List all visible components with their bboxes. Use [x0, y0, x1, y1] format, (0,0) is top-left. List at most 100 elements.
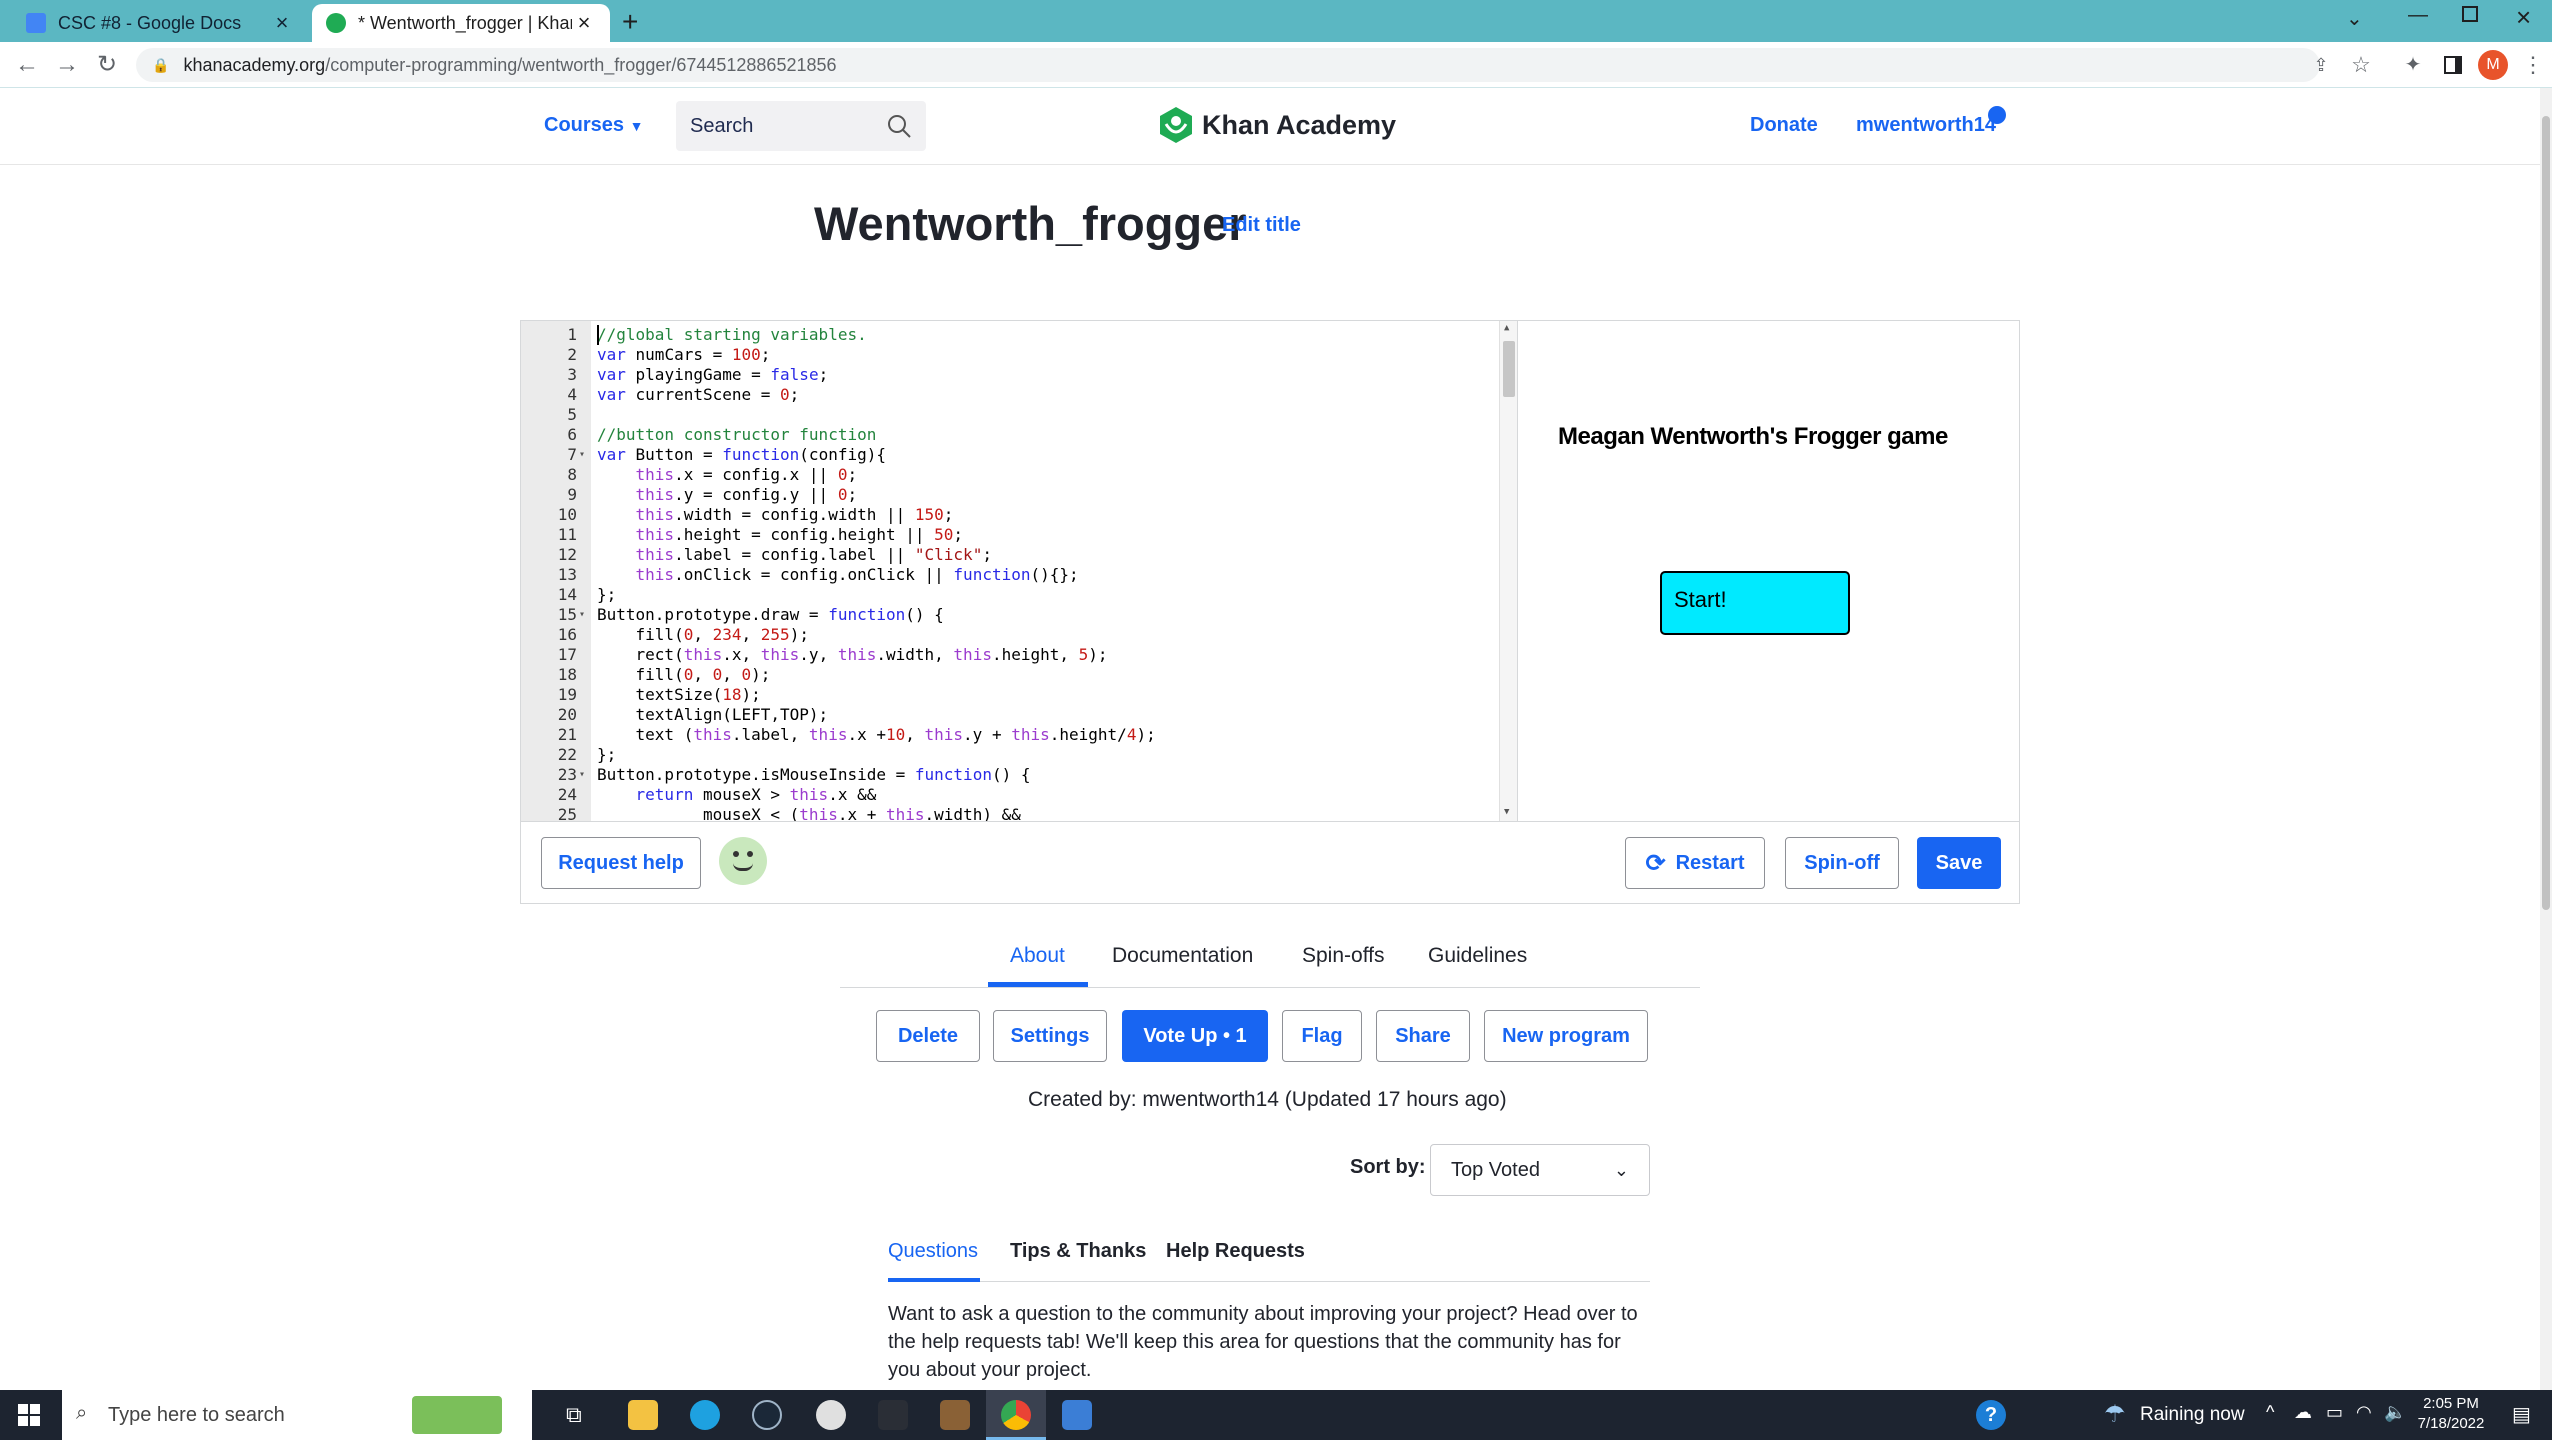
- profile-avatar[interactable]: M: [2478, 50, 2508, 80]
- code-line[interactable]: //button constructor function: [597, 425, 876, 445]
- onedrive-icon[interactable]: ☁: [2294, 1402, 2312, 1423]
- code-editor[interactable]: 1 2 3 4 5 6 7 ▾ 8 9 10 11 12 13 14 15 ▾ 16 17 18 19 20 21 22 23 ▾…: [521, 321, 1521, 821]
- notifications-icon[interactable]: ▤: [2512, 1402, 2531, 1427]
- volume-icon[interactable]: 🔈: [2384, 1402, 2406, 1423]
- help-icon[interactable]: ?: [1976, 1400, 2006, 1430]
- khan-academy-logo[interactable]: Khan Academy: [1158, 106, 1396, 144]
- share-page-icon[interactable]: ⇪: [2306, 50, 2336, 80]
- minimize-icon[interactable]: —: [2408, 4, 2428, 27]
- spinoff-button[interactable]: Spin-off: [1785, 837, 1899, 889]
- request-help-button[interactable]: Request help: [541, 837, 701, 889]
- code-line[interactable]: mouseX < (this.x + this.width) &&: [597, 805, 1021, 821]
- chrome-taskbar-button[interactable]: [986, 1390, 1046, 1440]
- output-canvas[interactable]: Meagan Wentworth's Frogger game Start!: [1517, 321, 2019, 821]
- courses-menu[interactable]: Courses ▼: [544, 114, 643, 137]
- app-icon[interactable]: [878, 1400, 908, 1430]
- tab-tips-thanks[interactable]: Tips & Thanks: [1010, 1240, 1146, 1263]
- back-icon[interactable]: ←: [12, 50, 42, 80]
- user-menu[interactable]: mwentworth14: [1856, 114, 1996, 137]
- wifi-icon[interactable]: ◠: [2356, 1402, 2372, 1423]
- code-line[interactable]: this.height = config.height || 50;: [597, 525, 964, 545]
- code-line[interactable]: var Button = function(config){: [597, 445, 886, 465]
- new-program-button[interactable]: New program: [1484, 1010, 1648, 1062]
- windows-start-icon[interactable]: [18, 1404, 40, 1426]
- code-line[interactable]: };: [597, 585, 616, 605]
- browser-menu-icon[interactable]: ⋮: [2518, 50, 2548, 80]
- code-line[interactable]: return mouseX > this.x &&: [597, 785, 877, 805]
- tab-spinoffs[interactable]: Spin-offs: [1302, 944, 1385, 968]
- close-tab-icon[interactable]: ×: [270, 10, 294, 36]
- browser-tab-khan[interactable]: * Wentworth_frogger | Khan Acad ×: [312, 4, 610, 42]
- restart-button[interactable]: ⟳ Restart: [1625, 837, 1765, 889]
- weather-rain-icon[interactable]: ☂: [2104, 1400, 2126, 1429]
- code-line[interactable]: this.width = config.width || 150;: [597, 505, 954, 525]
- share-button[interactable]: Share: [1376, 1010, 1470, 1062]
- forward-icon[interactable]: →: [52, 50, 82, 80]
- minecraft-icon[interactable]: [940, 1400, 970, 1430]
- restore-icon[interactable]: [2462, 6, 2478, 22]
- taskbar-search-input[interactable]: ⌕ Type here to search: [62, 1390, 532, 1440]
- weather-text[interactable]: Raining now: [2140, 1404, 2245, 1426]
- tab-documentation[interactable]: Documentation: [1112, 944, 1253, 968]
- steam-icon[interactable]: [752, 1400, 782, 1430]
- code-line[interactable]: Button.prototype.isMouseInside = functio…: [597, 765, 1030, 785]
- vote-up-button[interactable]: Vote Up • 1: [1122, 1010, 1268, 1062]
- app-icon[interactable]: [816, 1400, 846, 1430]
- code-line[interactable]: textSize(18);: [597, 685, 761, 705]
- new-tab-icon[interactable]: +: [622, 6, 638, 38]
- page-scroll-thumb[interactable]: [2542, 116, 2550, 910]
- sort-select[interactable]: Top Voted ⌄: [1430, 1144, 1650, 1196]
- file-explorer-icon[interactable]: [628, 1400, 658, 1430]
- tab-about[interactable]: About: [1010, 944, 1065, 968]
- code-line[interactable]: var currentScene = 0;: [597, 385, 799, 405]
- code-scrollbar[interactable]: ▲ ▼: [1499, 321, 1517, 821]
- tab-help-requests[interactable]: Help Requests: [1166, 1240, 1305, 1263]
- extensions-icon[interactable]: ✦: [2398, 50, 2428, 80]
- code-line[interactable]: text (this.label, this.x +10, this.y + t…: [597, 725, 1156, 745]
- save-button[interactable]: Save: [1917, 837, 2001, 889]
- taskbar-clock[interactable]: 2:05 PM 7/18/2022: [2408, 1394, 2494, 1434]
- avatar[interactable]: [719, 837, 767, 885]
- settings-button[interactable]: Settings: [993, 1010, 1107, 1062]
- code-line[interactable]: textAlign(LEFT,TOP);: [597, 705, 829, 725]
- notification-badge[interactable]: [1988, 106, 2006, 124]
- page-scrollbar[interactable]: [2540, 88, 2552, 1390]
- delete-button[interactable]: Delete: [876, 1010, 980, 1062]
- code-line[interactable]: this.y = config.y || 0;: [597, 485, 858, 505]
- code-line[interactable]: this.label = config.label || "Click";: [597, 545, 992, 565]
- search-input[interactable]: Search: [676, 101, 926, 151]
- fold-toggle-icon[interactable]: ▾: [579, 605, 589, 625]
- code-line[interactable]: var numCars = 100;: [597, 345, 770, 365]
- code-line[interactable]: Button.prototype.draw = function() {: [597, 605, 944, 625]
- code-line[interactable]: var playingGame = false;: [597, 365, 828, 385]
- side-panel-icon[interactable]: [2444, 56, 2462, 74]
- cortana-icon[interactable]: [508, 1404, 530, 1426]
- code-line[interactable]: this.onClick = config.onClick || functio…: [597, 565, 1079, 585]
- reload-icon[interactable]: ↻: [92, 50, 122, 80]
- battery-icon[interactable]: ▭: [2326, 1402, 2343, 1423]
- close-tab-icon[interactable]: ×: [572, 10, 596, 36]
- edge-icon[interactable]: [690, 1400, 720, 1430]
- code-scroll-thumb[interactable]: [1503, 341, 1515, 397]
- tab-search-chevron-icon[interactable]: ⌄: [2346, 6, 2363, 31]
- tab-guidelines[interactable]: Guidelines: [1428, 944, 1527, 968]
- bookmark-star-icon[interactable]: ☆: [2346, 50, 2376, 80]
- photos-icon[interactable]: [1062, 1400, 1092, 1430]
- address-bar[interactable]: 🔒 khanacademy.org/computer-programming/w…: [136, 48, 2320, 82]
- scroll-up-arrow-icon[interactable]: ▲: [1504, 323, 1509, 333]
- code-line[interactable]: rect(this.x, this.y, this.width, this.he…: [597, 645, 1108, 665]
- code-line[interactable]: };: [597, 745, 616, 765]
- close-window-icon[interactable]: ×: [2516, 2, 2531, 33]
- edit-title-link[interactable]: Edit title: [1222, 214, 1301, 237]
- code-line[interactable]: this.x = config.x || 0;: [597, 465, 858, 485]
- scroll-down-arrow-icon[interactable]: ▼: [1504, 807, 1509, 817]
- code-line[interactable]: fill(0, 0, 0);: [597, 665, 771, 685]
- code-line[interactable]: fill(0, 234, 255);: [597, 625, 809, 645]
- tab-questions[interactable]: Questions: [888, 1240, 978, 1263]
- code-line[interactable]: //global starting variables.: [597, 325, 867, 345]
- fold-toggle-icon[interactable]: ▾: [579, 445, 589, 465]
- browser-tab-google-docs[interactable]: CSC #8 - Google Docs ×: [12, 4, 308, 42]
- flag-button[interactable]: Flag: [1282, 1010, 1362, 1062]
- fold-toggle-icon[interactable]: ▾: [579, 765, 589, 785]
- tray-chevron-icon[interactable]: ^: [2266, 1402, 2274, 1423]
